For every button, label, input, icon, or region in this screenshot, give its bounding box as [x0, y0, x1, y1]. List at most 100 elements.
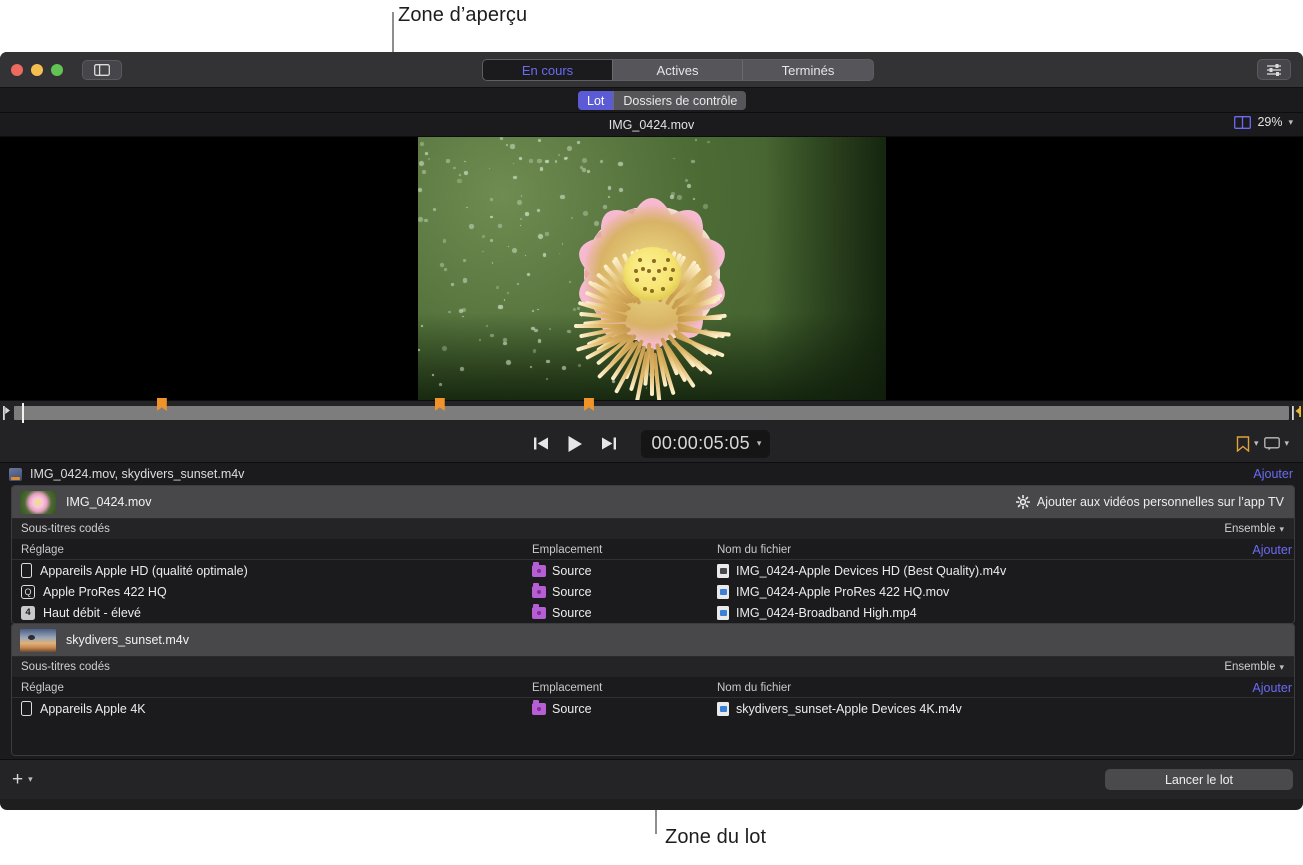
- column-header-filename-wrap: Nom du fichier Ajouter: [717, 682, 1294, 694]
- window-titlebar: En cours Actives Terminés: [0, 52, 1303, 88]
- water-droplet: [432, 374, 434, 376]
- preview-zoom-control[interactable]: 29% ▾: [1234, 115, 1293, 129]
- chevron-down-icon[interactable]: ▾: [757, 438, 762, 449]
- water-droplet: [439, 383, 442, 386]
- preview-zoom-value: 29%: [1257, 115, 1282, 129]
- location-cell[interactable]: Source: [532, 585, 717, 599]
- segment-lot[interactable]: Lot: [578, 91, 614, 110]
- playback-buttons: [533, 435, 617, 453]
- closed-captions-row[interactable]: Sous-titres codés Ensemble ▾: [12, 519, 1294, 540]
- inspector-toggle-button[interactable]: [1257, 59, 1291, 80]
- preview-file-name: IMG_0424.mov: [609, 118, 694, 132]
- close-button[interactable]: [11, 64, 23, 76]
- segment-dossiers-de-controle[interactable]: Dossiers de contrôle: [614, 91, 746, 110]
- water-droplet: [420, 142, 424, 146]
- batch-add-link[interactable]: Ajouter: [1253, 467, 1293, 481]
- job-item[interactable]: IMG_0424.mov Ajouter aux vidéos person: [11, 485, 1295, 624]
- closed-captions-value-wrap[interactable]: Ensemble ▾: [1224, 661, 1284, 673]
- seed: [669, 277, 673, 281]
- tab-actives[interactable]: Actives: [613, 60, 743, 80]
- job-header[interactable]: skydivers_sunset.m4v: [12, 624, 1294, 657]
- run-batch-button[interactable]: Lancer le lot: [1105, 769, 1293, 790]
- screenshot-root: Zone d’aperçu Zone du lot En cours Activ…: [0, 0, 1303, 865]
- water-droplet: [482, 235, 485, 238]
- seed: [652, 277, 656, 281]
- h264-icon: 4: [21, 606, 35, 620]
- closed-captions-row[interactable]: Sous-titres codés Ensemble ▾: [12, 657, 1294, 678]
- location-name: Source: [552, 702, 592, 716]
- filename-add-link[interactable]: Ajouter: [1252, 543, 1292, 557]
- seed: [634, 269, 638, 273]
- mode-segmented-control[interactable]: Lot Dossiers de contrôle: [578, 91, 746, 110]
- range-end-handle[interactable]: [1289, 401, 1303, 426]
- water-droplet: [418, 349, 420, 351]
- filename-cell[interactable]: skydivers_sunset-Apple Devices 4K.m4v: [717, 702, 1294, 716]
- sidebar-toggle-button[interactable]: [82, 60, 122, 80]
- sliders-icon: [1266, 63, 1282, 76]
- timeline-marker[interactable]: [435, 398, 445, 411]
- batch-bottom-bar: + ▾ Lancer le lot: [0, 759, 1303, 799]
- timeline-scrubber-row[interactable]: [0, 400, 1303, 425]
- location-cell[interactable]: Source: [532, 564, 717, 578]
- range-start-handle[interactable]: [0, 401, 14, 426]
- job-thumbnail: [20, 629, 56, 652]
- mode-segment-row: Lot Dossiers de contrôle: [0, 88, 1303, 113]
- column-headers: Réglage Emplacement Nom du fichier Ajout…: [12, 540, 1294, 560]
- timeline-marker[interactable]: [157, 398, 167, 411]
- job-empty-space: [12, 719, 1294, 755]
- chevron-down-icon[interactable]: ▾: [28, 774, 33, 785]
- chevron-down-icon[interactable]: ▾: [1279, 524, 1284, 535]
- chevron-down-icon[interactable]: ▾: [1284, 438, 1289, 449]
- timecode-field[interactable]: 00:00:05:05 ▾: [641, 430, 771, 458]
- job-action[interactable]: Ajouter aux vidéos personnelles sur l’ap…: [1016, 495, 1284, 509]
- timeline-track[interactable]: [14, 406, 1289, 420]
- plus-icon[interactable]: +: [12, 769, 23, 791]
- seed: [635, 278, 639, 282]
- zoom-button[interactable]: [51, 64, 63, 76]
- skip-next-icon[interactable]: [601, 436, 617, 451]
- playhead[interactable]: [22, 403, 24, 423]
- column-header-location: Emplacement: [532, 682, 717, 694]
- preview-video-frame: [418, 137, 886, 400]
- location-cell[interactable]: Source: [532, 606, 717, 620]
- setting-row[interactable]: Appareils Apple HD (qualité optimale) So…: [12, 560, 1294, 581]
- setting-row[interactable]: Q Apple ProRes 422 HQ Source IMG_0424-Ap…: [12, 581, 1294, 602]
- filename-add-link[interactable]: Ajouter: [1252, 681, 1292, 695]
- timeline-marker[interactable]: [584, 398, 594, 411]
- seed: [650, 289, 654, 293]
- callout-label-preview-area: Zone d’aperçu: [398, 4, 527, 27]
- job-action-label: Ajouter aux vidéos personnelles sur l’ap…: [1037, 495, 1284, 509]
- chevron-down-icon[interactable]: ▾: [1288, 117, 1293, 128]
- closed-captions-value-wrap[interactable]: Ensemble ▾: [1224, 523, 1284, 535]
- sidebar-icon: [94, 64, 110, 76]
- chevron-down-icon[interactable]: ▾: [1279, 662, 1284, 673]
- filename-cell[interactable]: IMG_0424-Broadband High.mp4: [717, 606, 1294, 620]
- filename-cell[interactable]: IMG_0424-Apple Devices HD (Best Quality)…: [717, 564, 1294, 578]
- location-cell[interactable]: Source: [532, 702, 717, 716]
- setting-row[interactable]: 4 Haut débit - élevé Source IMG_0424-Bro…: [12, 602, 1294, 623]
- minimize-button[interactable]: [31, 64, 43, 76]
- caption-control[interactable]: ▾: [1264, 437, 1289, 451]
- marker-control[interactable]: ▾: [1236, 436, 1259, 452]
- column-header-filename-wrap: Nom du fichier Ajouter: [717, 544, 1294, 556]
- chevron-down-icon[interactable]: ▾: [1254, 438, 1259, 449]
- water-droplet: [463, 259, 466, 262]
- water-droplet: [448, 311, 451, 314]
- add-file-button[interactable]: + ▾: [12, 769, 33, 791]
- stamen: [574, 324, 626, 328]
- closed-captions-label: Sous-titres codés: [21, 523, 110, 535]
- setting-row[interactable]: Appareils Apple 4K Source skydivers_suns…: [12, 698, 1294, 719]
- batch-title: IMG_0424.mov, skydivers_sunset.m4v: [30, 467, 244, 481]
- setting-cell: Appareils Apple HD (qualité optimale): [12, 563, 532, 578]
- skip-previous-icon[interactable]: [533, 436, 549, 451]
- tab-termines[interactable]: Terminés: [743, 60, 873, 80]
- play-icon[interactable]: [566, 435, 584, 453]
- view-tabs[interactable]: En cours Actives Terminés: [482, 59, 874, 81]
- tab-en-cours[interactable]: En cours: [483, 60, 613, 80]
- job-item[interactable]: skydivers_sunset.m4v Sous-titres codés E…: [11, 623, 1295, 756]
- job-header[interactable]: IMG_0424.mov Ajouter aux vidéos person: [12, 486, 1294, 519]
- preview-area[interactable]: [0, 137, 1303, 400]
- water-droplet: [421, 325, 423, 327]
- filename-cell[interactable]: IMG_0424-Apple ProRes 422 HQ.mov: [717, 585, 1294, 599]
- water-droplet: [451, 283, 454, 286]
